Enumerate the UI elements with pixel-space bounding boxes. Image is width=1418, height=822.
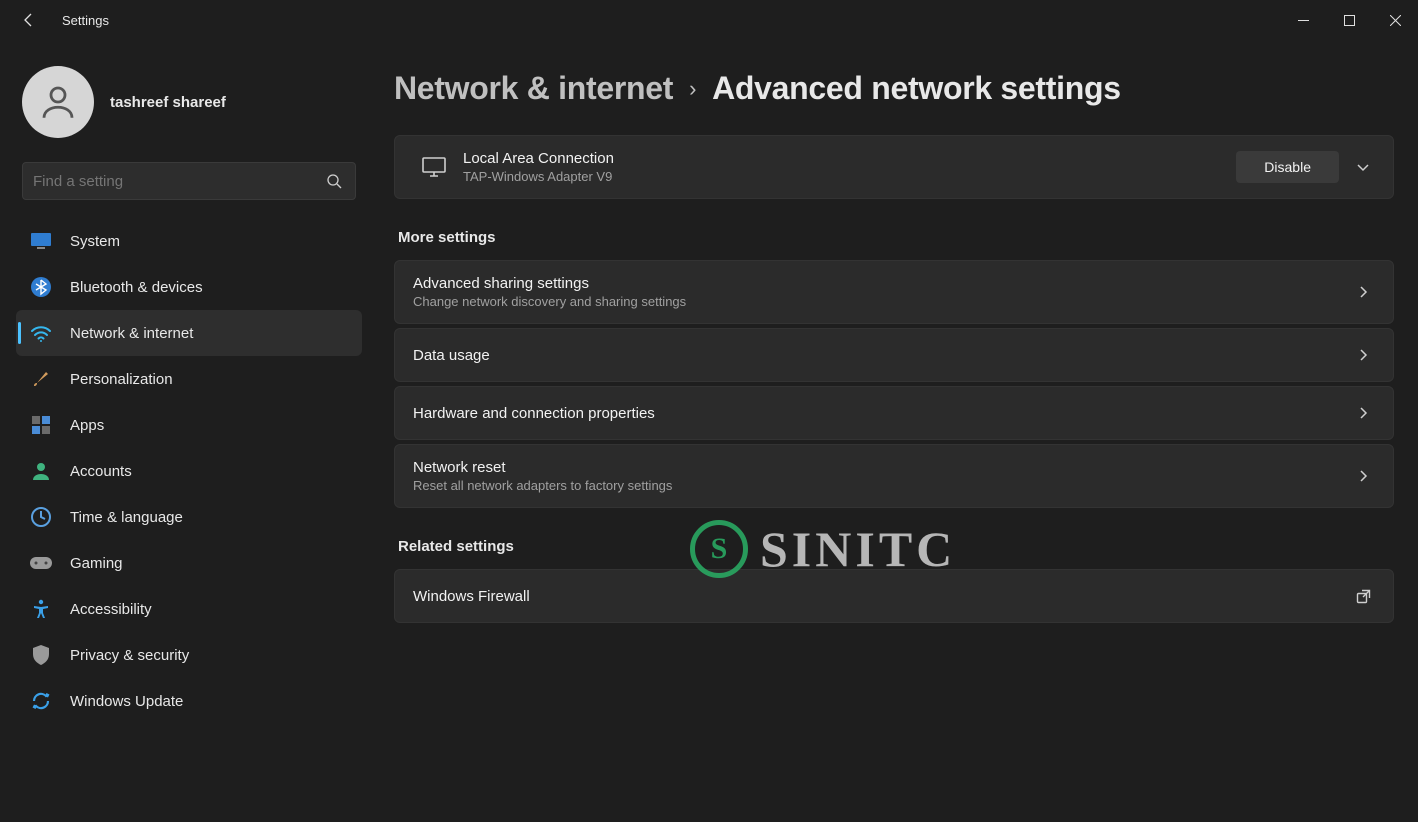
- user-block[interactable]: tashreef shareef: [16, 60, 362, 158]
- row-data-usage[interactable]: Data usage: [394, 328, 1394, 382]
- page-title: Advanced network settings: [712, 70, 1121, 107]
- nav-accessibility[interactable]: Accessibility: [16, 586, 362, 632]
- nav-label: Network & internet: [70, 325, 193, 342]
- maximize-button[interactable]: [1326, 4, 1372, 36]
- minimize-button[interactable]: [1280, 4, 1326, 36]
- account-icon: [30, 460, 52, 482]
- adapter-text: Local Area Connection TAP-Windows Adapte…: [463, 150, 1236, 184]
- nav-system[interactable]: System: [16, 218, 362, 264]
- search-box[interactable]: [22, 162, 356, 200]
- disable-button[interactable]: Disable: [1236, 151, 1339, 183]
- search-icon: [323, 173, 345, 189]
- nav-label: Bluetooth & devices: [70, 279, 203, 296]
- nav-accounts[interactable]: Accounts: [16, 448, 362, 494]
- minimize-icon: [1298, 15, 1309, 26]
- row-title: Network reset: [413, 459, 1351, 476]
- nav-windows-update[interactable]: Windows Update: [16, 678, 362, 724]
- sidebar: tashreef shareef System Bluetooth & devi…: [0, 40, 370, 822]
- breadcrumb: Network & internet › Advanced network se…: [394, 70, 1394, 107]
- nav-label: Apps: [70, 417, 104, 434]
- adapter-subtitle: TAP-Windows Adapter V9: [463, 169, 1236, 184]
- nav-label: Accessibility: [70, 601, 152, 618]
- row-title: Data usage: [413, 347, 1351, 364]
- nav-privacy[interactable]: Privacy & security: [16, 632, 362, 678]
- chevron-right-icon: ›: [689, 76, 696, 102]
- user-name: tashreef shareef: [110, 94, 226, 111]
- nav-label: Accounts: [70, 463, 132, 480]
- display-icon: [30, 230, 52, 252]
- row-network-reset[interactable]: Network reset Reset all network adapters…: [394, 444, 1394, 508]
- chevron-down-icon: [1356, 160, 1370, 174]
- ethernet-icon: [413, 156, 455, 178]
- section-related-settings: Related settings: [398, 538, 1394, 555]
- nav: System Bluetooth & devices Network & int…: [16, 218, 362, 724]
- titlebar: Settings: [0, 0, 1418, 40]
- nav-apps[interactable]: Apps: [16, 402, 362, 448]
- nav-time-language[interactable]: Time & language: [16, 494, 362, 540]
- nav-label: Privacy & security: [70, 647, 189, 664]
- window-title: Settings: [62, 13, 109, 28]
- window-controls: [1280, 4, 1418, 36]
- nav-label: Gaming: [70, 555, 123, 572]
- adapter-title: Local Area Connection: [463, 150, 1236, 167]
- breadcrumb-parent[interactable]: Network & internet: [394, 70, 673, 107]
- avatar: [22, 66, 94, 138]
- row-title: Advanced sharing settings: [413, 275, 1351, 292]
- nav-network[interactable]: Network & internet: [16, 310, 362, 356]
- maximize-icon: [1344, 15, 1355, 26]
- expand-button[interactable]: [1351, 155, 1375, 179]
- bluetooth-icon: [30, 276, 52, 298]
- nav-label: System: [70, 233, 120, 250]
- open-external-icon: [1351, 584, 1375, 608]
- clock-globe-icon: [30, 506, 52, 528]
- row-title: Windows Firewall: [413, 588, 1351, 605]
- apps-icon: [30, 414, 52, 436]
- chevron-right-icon: [1351, 280, 1375, 304]
- row-subtitle: Change network discovery and sharing set…: [413, 294, 1351, 309]
- shield-icon: [30, 644, 52, 666]
- gamepad-icon: [30, 552, 52, 574]
- update-icon: [30, 690, 52, 712]
- chevron-right-icon: [1351, 343, 1375, 367]
- chevron-right-icon: [1351, 401, 1375, 425]
- close-button[interactable]: [1372, 4, 1418, 36]
- nav-bluetooth[interactable]: Bluetooth & devices: [16, 264, 362, 310]
- main-content: Network & internet › Advanced network se…: [370, 40, 1418, 822]
- paintbrush-icon: [30, 368, 52, 390]
- wifi-icon: [30, 322, 52, 344]
- nav-personalization[interactable]: Personalization: [16, 356, 362, 402]
- adapter-card[interactable]: Local Area Connection TAP-Windows Adapte…: [394, 135, 1394, 199]
- accessibility-icon: [30, 598, 52, 620]
- row-windows-firewall[interactable]: Windows Firewall: [394, 569, 1394, 623]
- search-input[interactable]: [33, 173, 323, 190]
- back-button[interactable]: [12, 3, 46, 37]
- row-hardware-properties[interactable]: Hardware and connection properties: [394, 386, 1394, 440]
- section-more-settings: More settings: [398, 229, 1394, 246]
- nav-label: Windows Update: [70, 693, 183, 710]
- nav-label: Personalization: [70, 371, 173, 388]
- chevron-right-icon: [1351, 464, 1375, 488]
- row-subtitle: Reset all network adapters to factory se…: [413, 478, 1351, 493]
- nav-gaming[interactable]: Gaming: [16, 540, 362, 586]
- close-icon: [1390, 15, 1401, 26]
- person-icon: [37, 81, 79, 123]
- row-advanced-sharing[interactable]: Advanced sharing settings Change network…: [394, 260, 1394, 324]
- arrow-left-icon: [21, 12, 37, 28]
- row-title: Hardware and connection properties: [413, 405, 1351, 422]
- nav-label: Time & language: [70, 509, 183, 526]
